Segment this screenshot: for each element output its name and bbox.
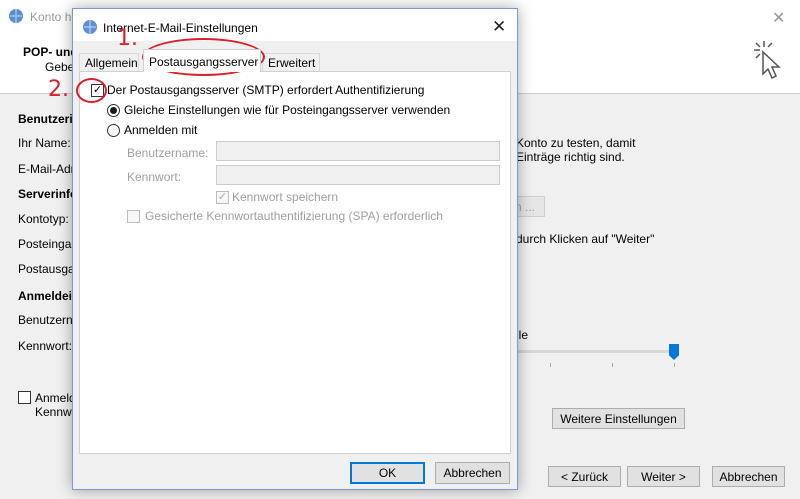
radio-login-row[interactable]: Anmelden mit <box>107 123 197 137</box>
annotation-ellipse-checkbox <box>76 78 107 103</box>
radio-same-settings[interactable] <box>107 103 120 117</box>
slider-thumb[interactable] <box>669 344 679 360</box>
tab-erweitert[interactable]: Erweitert <box>262 53 320 71</box>
test-info-line2: Einträge richtig sind. <box>516 150 625 164</box>
slider-tick <box>674 363 675 367</box>
radio-same-settings-label: Gleiche Einstellungen wie für Posteingan… <box>124 103 451 117</box>
spa-label: Gesicherte Kennwortauthentifizierung (SP… <box>145 209 443 223</box>
spa-row[interactable]: Gesicherte Kennwortauthentifizierung (SP… <box>127 209 443 223</box>
posteingang-label: Posteingan <box>18 237 79 251</box>
ok-button[interactable]: OK <box>350 462 425 484</box>
weiter-hint: durch Klicken auf "Weiter" <box>516 232 655 246</box>
background-cancel-button[interactable]: Abbrechen <box>712 466 785 487</box>
password-field[interactable] <box>216 165 500 185</box>
username-label: Benutzername: <box>127 146 209 160</box>
postausgang-label: Postausga <box>18 262 75 276</box>
dialog-close-icon[interactable]: ✕ <box>492 17 506 37</box>
anmelden-checkbox-label-2: Kennw <box>35 405 72 419</box>
username-field[interactable] <box>216 141 500 161</box>
serverinfo-heading: Serverinfo <box>18 187 78 201</box>
next-button[interactable]: Weiter > <box>627 466 700 487</box>
anmelden-checkbox[interactable] <box>18 391 31 404</box>
outlook-globe-icon <box>9 9 23 23</box>
radio-same-settings-row[interactable]: Gleiche Einstellungen wie für Posteingan… <box>107 103 450 117</box>
benutzerinfo-heading: Benutzerin <box>18 112 81 126</box>
ihr-name-label: Ihr Name: <box>18 136 71 150</box>
anmeldeinfo-heading: Anmeldein <box>18 289 80 303</box>
dialog-cancel-button[interactable]: Abbrechen <box>435 462 510 484</box>
annotation-step-2: 2. <box>48 77 69 102</box>
back-button[interactable]: < Zurück <box>548 466 621 487</box>
slider-tick <box>550 363 551 367</box>
benutzername-label: Benutzern <box>18 313 73 327</box>
internet-email-settings-dialog: Internet-E-Mail-Einstellungen ✕ Allgemei… <box>72 8 518 490</box>
password-label: Kennwort: <box>127 170 182 184</box>
outgoing-server-panel: ✓ Der Postausgangsserver (SMTP) erforder… <box>79 71 511 454</box>
slider-tick <box>612 363 613 367</box>
dialog-titlebar: Internet-E-Mail-Einstellungen ✕ <box>73 9 517 41</box>
more-settings-button[interactable]: Weitere Einstellungen <box>552 408 685 429</box>
annotation-step-1: 1. <box>117 26 138 51</box>
outlook-globe-icon <box>83 20 97 34</box>
kontotyp-label: Kontotyp: <box>18 212 69 226</box>
smtp-auth-label: Der Postausgangsserver (SMTP) erfordert … <box>107 83 425 97</box>
cursor-click-icon <box>754 41 781 80</box>
test-info-line1: Konto zu testen, damit <box>516 136 636 150</box>
spa-checkbox[interactable] <box>127 209 140 223</box>
background-window-title: Konto h <box>30 10 72 24</box>
header-title: POP- und <box>23 45 78 59</box>
email-label: E-Mail-Adr <box>18 162 75 176</box>
kennwort-label: Kennwort: <box>18 339 73 353</box>
radio-login-label: Anmelden mit <box>124 123 198 137</box>
save-password-checkbox[interactable]: ✓ <box>216 190 229 204</box>
tab-postausgangsserver[interactable]: Postausgangsserver <box>143 49 261 72</box>
save-password-label: Kennwort speichern <box>232 190 339 204</box>
smtp-auth-row[interactable]: ✓ Der Postausgangsserver (SMTP) erforder… <box>91 83 424 97</box>
tab-allgemein[interactable]: Allgemein <box>79 53 139 71</box>
background-close-icon[interactable]: ✕ <box>772 8 785 28</box>
radio-login-with[interactable] <box>107 123 120 137</box>
save-password-row[interactable]: ✓ Kennwort speichern <box>216 190 338 204</box>
slider-track[interactable] <box>516 350 678 353</box>
